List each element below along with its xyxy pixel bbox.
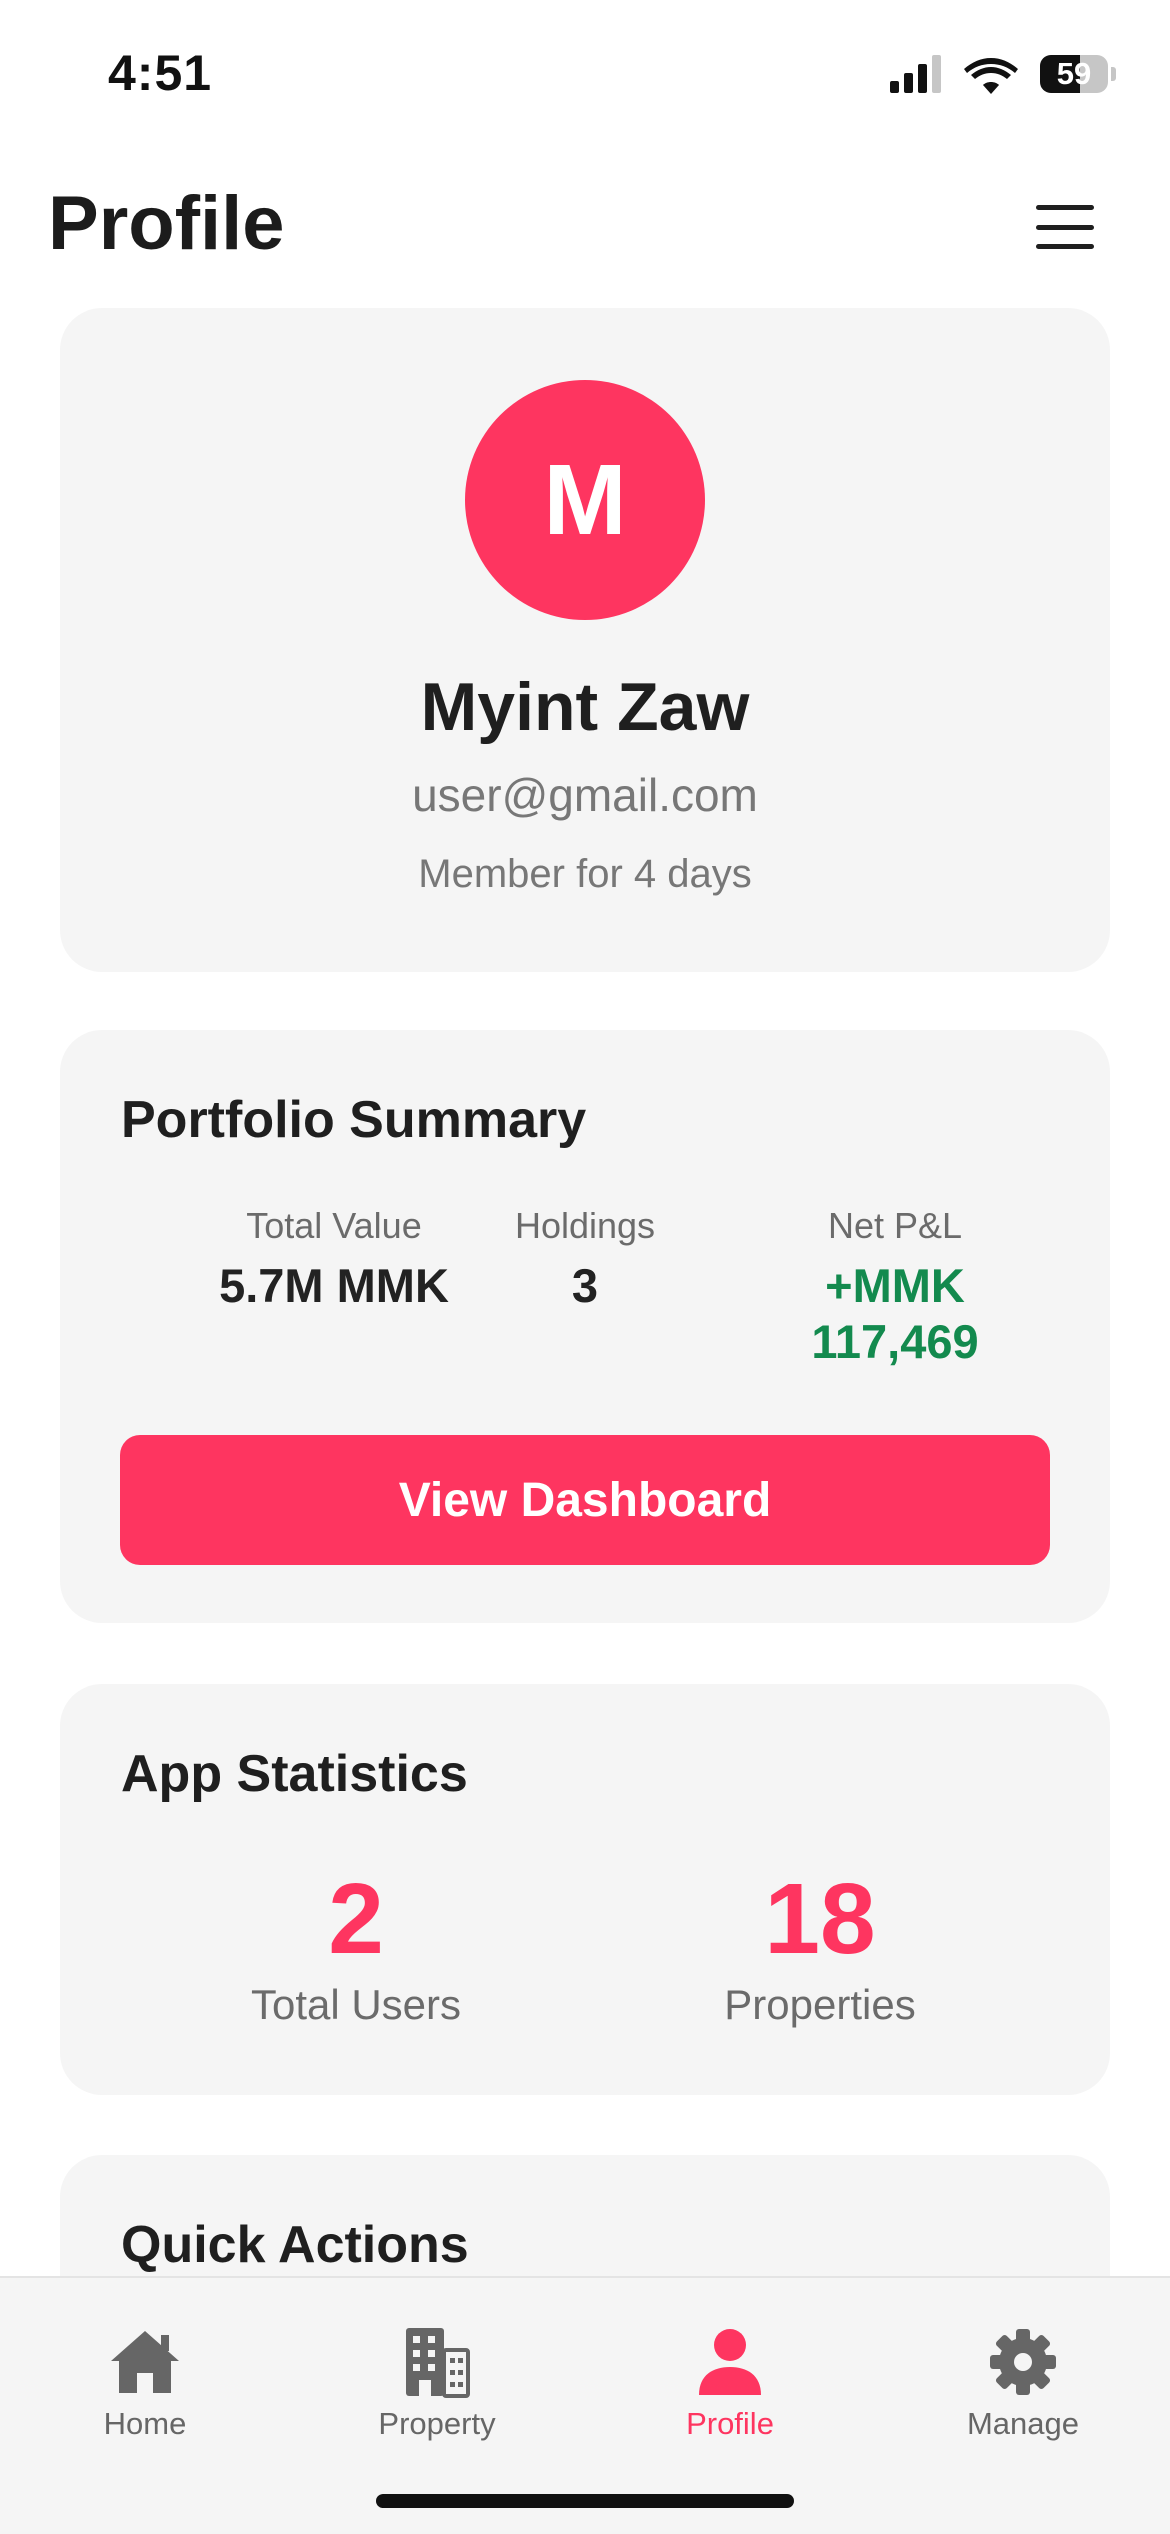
battery-icon: 59 (1040, 55, 1108, 93)
gear-icon (983, 2326, 1063, 2398)
tab-label: Manage (966, 2406, 1080, 2441)
wifi-icon (964, 58, 1018, 94)
stat-value: 2 (328, 1863, 384, 1975)
tab-label: Property (378, 2406, 496, 2441)
page-header: Profile (0, 160, 1170, 290)
app-statistics-card: App Statistics 2 Total Users 18 Properti… (60, 1684, 1110, 2095)
stat-value: 18 (764, 1863, 876, 1975)
metric-label: Holdings (514, 1205, 656, 1246)
stat-total-users: 2 Total Users (196, 1864, 516, 2030)
user-name: Myint Zaw (420, 669, 750, 745)
battery-level: 59 (1056, 56, 1092, 91)
tab-label: Home (103, 2406, 187, 2441)
profile-card: M Myint Zaw user@gmail.com Member for 4 … (60, 308, 1110, 972)
tab-bar: Home Property Profile Manage (0, 2276, 1170, 2534)
tab-profile[interactable]: Profile (610, 2326, 850, 2456)
member-since: Member for 4 days (418, 852, 752, 896)
metric-holdings: Holdings 3 (435, 1204, 735, 1314)
person-icon (690, 2326, 770, 2398)
tab-property[interactable]: Property (317, 2326, 557, 2456)
hamburger-menu-icon (1036, 205, 1094, 210)
tab-manage[interactable]: Manage (903, 2326, 1143, 2456)
status-icons: 59 (890, 50, 1116, 98)
metric-value: 3 (571, 1259, 599, 1312)
building-icon (397, 2326, 477, 2398)
app-statistics-title: App Statistics (121, 1745, 468, 1803)
user-email: user@gmail.com (412, 769, 758, 821)
stat-label: Properties (724, 1981, 916, 2028)
menu-bar-bottom (1036, 244, 1094, 249)
menu-bar-middle (1036, 224, 1094, 230)
metric-value-positive: +MMK 117,469 (811, 1259, 979, 1368)
battery-tip (1111, 67, 1116, 81)
quick-actions-title: Quick Actions (121, 2216, 469, 2274)
page-title: Profile (48, 181, 285, 266)
status-time: 4:51 (108, 45, 213, 101)
home-icon (105, 2326, 185, 2398)
tab-label: Profile (686, 2406, 774, 2441)
metric-net-pnl: Net P&L +MMK 117,469 (745, 1204, 1045, 1370)
tab-home[interactable]: Home (25, 2326, 265, 2456)
stat-label: Total Users (250, 1981, 462, 2028)
menu-button[interactable] (1036, 205, 1094, 249)
cellular-signal-icon (890, 55, 941, 93)
view-dashboard-button[interactable]: View Dashboard (120, 1435, 1050, 1565)
status-bar: 4:51 59 (0, 0, 1170, 150)
metric-label: Net P&L (827, 1205, 963, 1246)
portfolio-summary-title: Portfolio Summary (121, 1091, 587, 1149)
stat-properties: 18 Properties (660, 1864, 980, 2030)
home-indicator[interactable] (376, 2494, 794, 2508)
avatar[interactable]: M (465, 380, 705, 620)
portfolio-summary-card: Portfolio Summary Total Value 5.7M MMK H… (60, 1030, 1110, 1623)
